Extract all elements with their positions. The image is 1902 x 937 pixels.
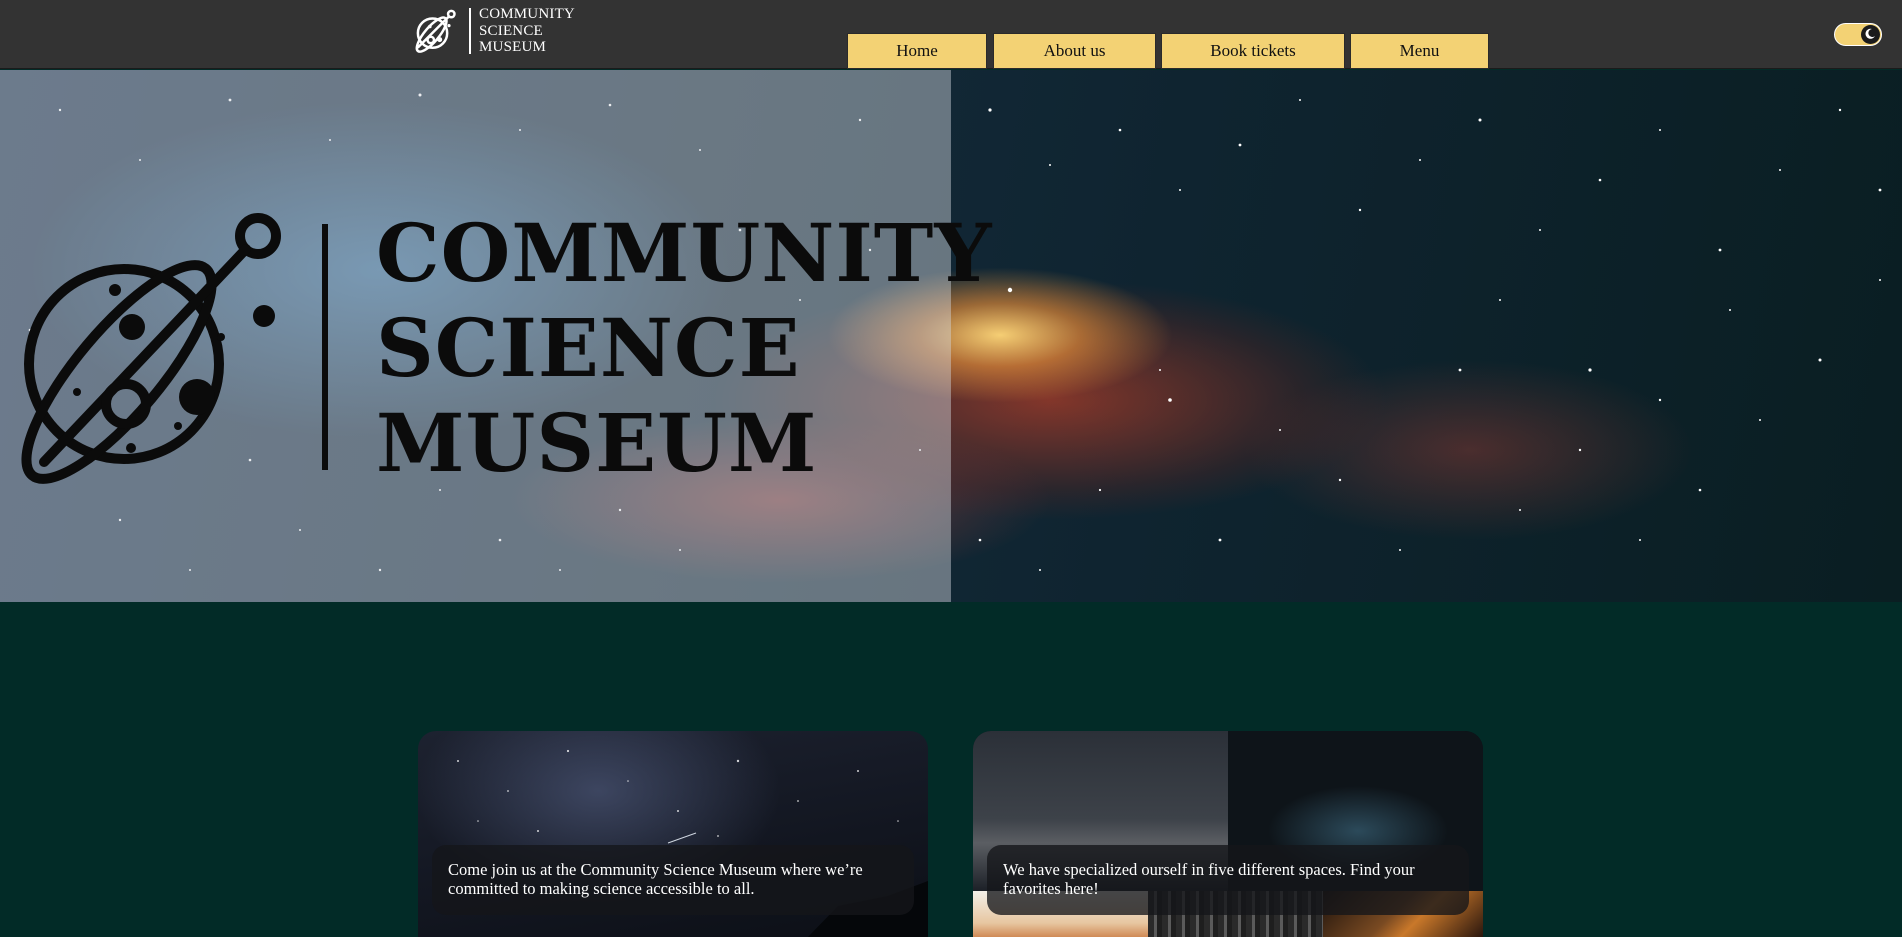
logo-text-line: SCIENCE — [479, 22, 543, 39]
logo-text-line: MUSEUM — [479, 39, 547, 56]
logo-text-line: COMMUNITY — [479, 6, 575, 23]
hero-banner: COMMUNITY SCIENCE MUSEUM — [0, 70, 1902, 602]
intro-card-caption: Come join us at the Community Science Mu… — [432, 845, 914, 915]
spaces-card[interactable]: We have specialized ourself in five diff… — [973, 731, 1483, 937]
hero-logo-divider — [322, 224, 328, 470]
hero-title: COMMUNITY SCIENCE MUSEUM — [376, 206, 992, 491]
logo-wordmark: COMMUNITY SCIENCE MUSEUM — [479, 6, 575, 56]
top-bar: COMMUNITY SCIENCE MUSEUM Home About us B… — [0, 0, 1902, 69]
theme-toggle[interactable] — [1834, 23, 1882, 46]
spaces-card-caption: We have specialized ourself in five diff… — [987, 845, 1469, 915]
hero-title-line: MUSEUM — [376, 396, 818, 490]
nav-home-button[interactable]: Home — [847, 33, 987, 69]
nav-about-button[interactable]: About us — [993, 33, 1156, 69]
nav-menu-button[interactable]: Menu — [1350, 33, 1489, 69]
site-logo[interactable]: COMMUNITY SCIENCE MUSEUM — [411, 6, 575, 56]
planet-satellite-logo-icon — [21, 213, 281, 484]
moon-icon — [1865, 28, 1875, 39]
hero-title-line: COMMUNITY — [376, 206, 993, 300]
planet-satellite-logo-icon — [415, 9, 456, 53]
intro-card[interactable]: Come join us at the Community Science Mu… — [418, 731, 928, 937]
nav-book-tickets-button[interactable]: Book tickets — [1161, 33, 1345, 69]
hero-title-line: SCIENCE — [376, 301, 801, 395]
logo-divider — [469, 8, 471, 54]
